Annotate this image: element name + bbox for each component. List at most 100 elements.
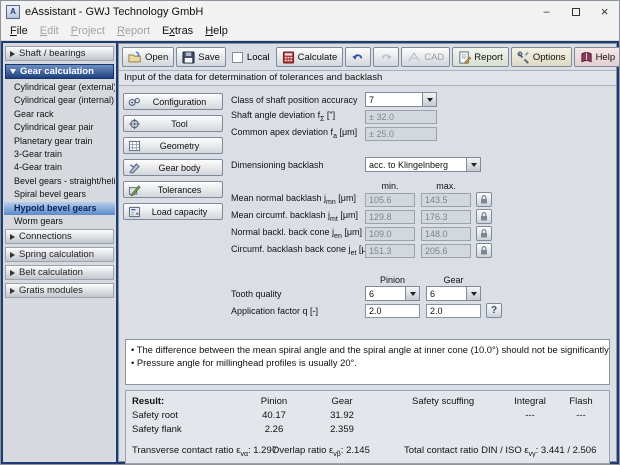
status-infobar: Input of the data for determination of t… <box>119 71 616 86</box>
menu-extras[interactable]: Extras <box>156 24 199 38</box>
sidebar-item-planetary-gear-train[interactable]: Planetary gear train <box>4 135 115 148</box>
chevron-right-icon <box>10 233 15 240</box>
tooth-quality-gear-dropdown[interactable]: 6 <box>426 286 481 301</box>
undo-button[interactable] <box>345 47 372 67</box>
application-factor-pinion-input[interactable]: 2.0 <box>365 303 420 318</box>
lock-button[interactable] <box>476 192 492 207</box>
menu-file[interactable]: File <box>4 24 34 38</box>
report-document-icon <box>459 50 472 64</box>
lock-button[interactable] <box>476 226 492 241</box>
apex-deviation-label: Common apex deviation fa [μm] <box>231 127 365 140</box>
sidebar-section-gratis-modules[interactable]: Gratis modules <box>5 283 114 299</box>
main-panel: Open Save Local Calculate CAD Report Opt… <box>118 43 619 464</box>
section-label: Spring calculation <box>19 249 94 261</box>
label-text: Common apex deviation f <box>231 127 334 138</box>
application-factor-suggest-button[interactable]: ? <box>486 303 502 318</box>
open-button[interactable]: Open <box>122 47 175 67</box>
local-checkbox[interactable]: Local <box>228 51 274 63</box>
help-button[interactable]: Help <box>573 47 619 67</box>
report-button[interactable]: Report <box>452 47 509 67</box>
sidebar-item-3-gear-train[interactable]: 3-Gear train <box>4 148 115 161</box>
sidebar-section-shaft-bearings[interactable]: Shaft / bearings <box>5 46 114 61</box>
backlash-mode-dropdown[interactable]: acc. to Klingelnberg <box>365 157 481 172</box>
sidebar-section-gear-calculation[interactable]: Gear calculation <box>5 64 114 79</box>
accuracy-dropdown[interactable]: 7 <box>365 92 437 107</box>
chevron-down-icon[interactable] <box>405 287 419 300</box>
maximize-button[interactable] <box>561 1 590 22</box>
sidebar-item-4-gear-train[interactable]: 4-Gear train <box>4 161 115 174</box>
button-label: Open <box>145 51 169 63</box>
button-label: Save <box>198 51 220 63</box>
menu-label: tras <box>174 25 194 37</box>
sidebar-item-cylindrical-gear-pair[interactable]: Cylindrical gear pair <box>4 121 115 134</box>
menu-label: R <box>116 25 125 37</box>
load-capacity-button[interactable]: Load capacity <box>123 203 223 220</box>
sidebar-item-cylindrical-gear-external[interactable]: Cylindrical gear (external) <box>4 81 115 94</box>
maximize-icon <box>571 7 580 16</box>
result-scuffing-header: Safety scuffing <box>412 395 475 407</box>
lock-button[interactable] <box>476 243 492 258</box>
contact-ratio-row: Transverse contact ratio εvα: 1.297 Over… <box>132 444 603 459</box>
lock-icon <box>481 229 487 238</box>
sidebar-section-belt-calculation[interactable]: Belt calculation <box>5 265 114 281</box>
app-icon: A <box>6 4 20 19</box>
toolbar: Open Save Local Calculate CAD Report Opt… <box>119 44 619 71</box>
sidebar-item-hypoid-bevel-gears[interactable]: Hypoid bevel gears <box>4 201 115 215</box>
label-unit: [μm] <box>335 193 356 204</box>
geometry-grid-icon <box>128 140 141 151</box>
label-sub: vβ <box>333 450 341 458</box>
chevron-down-icon[interactable] <box>466 158 480 171</box>
sidebar-section-spring-calculation[interactable]: Spring calculation <box>5 247 114 263</box>
result-integral-header: Integral <box>514 395 546 407</box>
minimize-button[interactable]: – <box>532 1 561 22</box>
window-controls: – × <box>532 1 619 22</box>
window-title: eAssistant - GWJ Technology GmbH <box>25 5 204 18</box>
configuration-button[interactable]: Configuration <box>123 93 223 110</box>
form-fields: Class of shaft position accuracy 7 Shaft… <box>223 91 612 337</box>
dropdown-value: acc. to Klingelnberg <box>369 159 449 170</box>
sidebar-item-bevel-gears-straight-helical[interactable]: Bevel gears - straight/helical <box>4 175 115 188</box>
result-safety-flank-row: Safety flank 2.26 2.359 <box>132 422 603 436</box>
pinion-column-header: Pinion <box>379 275 406 285</box>
calculate-button[interactable]: Calculate <box>275 47 344 67</box>
sidebar-item-spiral-bevel-gears[interactable]: Spiral bevel gears <box>4 188 115 201</box>
label-text: Mean circumf. backlash j <box>231 210 331 221</box>
sidebar-section-connections[interactable]: Connections <box>5 229 114 245</box>
application-factor-gear-input[interactable]: 2.0 <box>426 303 481 318</box>
tolerances-button[interactable]: Tolerances <box>123 181 223 198</box>
button-label: Geometry <box>159 140 200 151</box>
backlash-row-normal-back-cone: Normal backl. back cone jen [μm] 109.0 1… <box>231 225 612 242</box>
label-unit: ["] <box>324 110 336 121</box>
ratio-value: : 3.441 / 2.506 <box>535 445 597 457</box>
tooth-quality-pinion-dropdown[interactable]: 6 <box>365 286 420 301</box>
normal-backlash-back-cone-max-field: 148.0 <box>421 226 471 241</box>
options-button[interactable]: Options <box>510 47 572 67</box>
label-unit: [μm] <box>336 127 358 138</box>
menu-label: P <box>70 25 79 37</box>
field-label: Circumf. backlash back cone jet [μm] <box>231 244 377 257</box>
sidebar-item-cylindrical-gear-internal[interactable]: Cylindrical gear (internal) <box>4 94 115 107</box>
backlash-row-mean-circumf: Mean circumf. backlash jmt [μm] 129.8 17… <box>231 208 612 225</box>
tool-button[interactable]: Tool <box>123 115 223 132</box>
save-button[interactable]: Save <box>176 47 226 67</box>
gear-body-button[interactable]: Gear body <box>123 159 223 176</box>
pinion-gear-header-row: Pinion Gear <box>231 271 612 285</box>
cad-icon <box>408 51 421 62</box>
lock-button[interactable] <box>476 209 492 224</box>
tool-cutter-icon <box>129 118 140 129</box>
backlash-row-mean-normal: Mean normal backlash jmn [μm] 105.6 143.… <box>231 191 612 208</box>
options-tools-icon <box>517 51 529 64</box>
sidebar-item-worm-gears[interactable]: Worm gears <box>4 215 115 228</box>
chevron-down-icon[interactable] <box>466 287 480 300</box>
close-button[interactable]: × <box>590 1 619 22</box>
chevron-right-icon <box>10 269 15 276</box>
sidebar-item-gear-rack[interactable]: Gear rack <box>4 108 115 121</box>
save-floppy-icon <box>182 50 195 64</box>
max-column-header: max. <box>436 181 456 191</box>
backlash-mode-label: Dimensioning backlash <box>231 160 365 170</box>
circumf-backlash-back-cone-max-field: 205.6 <box>421 243 471 258</box>
menu-help[interactable]: Help <box>199 24 234 38</box>
geometry-button[interactable]: Geometry <box>123 137 223 154</box>
chevron-down-icon[interactable] <box>422 93 436 106</box>
row-label: Safety flank <box>132 423 182 435</box>
